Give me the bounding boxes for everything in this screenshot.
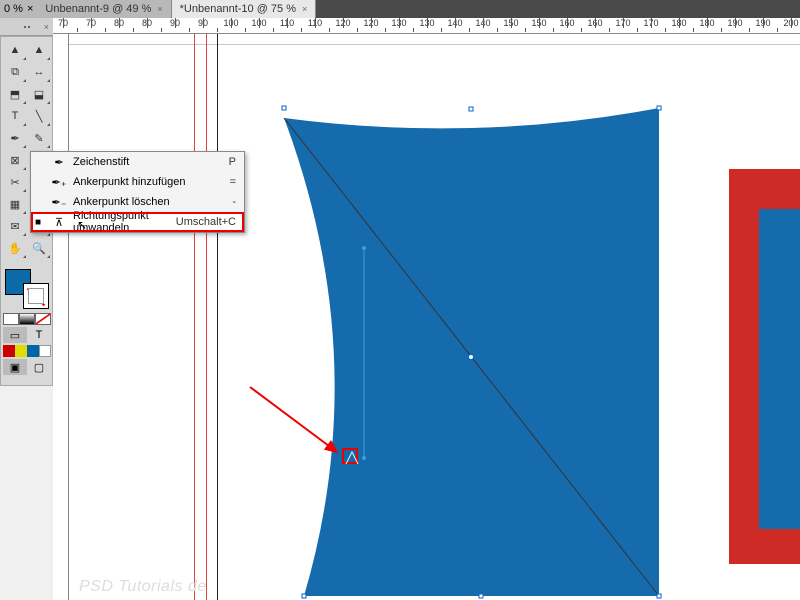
tab-label: *Unbenannt-10 @ 75 %	[180, 3, 296, 15]
tool-icon: ✒	[51, 156, 67, 169]
horizontal-ruler[interactable]: 7070808090901001001101101201201301301401…	[53, 18, 800, 34]
page-edge	[217, 34, 218, 600]
apply-none-icon[interactable]	[35, 313, 51, 325]
bbox-handle[interactable]	[657, 594, 662, 599]
zoom-tool[interactable]: 🔍	[27, 237, 51, 259]
apply-gradient-icon[interactable]	[19, 313, 35, 325]
pen-tool[interactable]: ✒	[3, 127, 27, 149]
screen-mode-row[interactable]: ▣ ▢	[3, 359, 51, 375]
gap-tool-glyph: ↔	[34, 66, 45, 78]
content-placer-tool[interactable]: ⬓	[27, 83, 51, 105]
note-tool[interactable]: ✉	[3, 215, 27, 237]
selection-tool[interactable]: ▲	[3, 39, 27, 61]
flyout-label: Ankerpunkt löschen	[73, 196, 226, 208]
bbox-handle[interactable]	[302, 594, 307, 599]
flyout-label: Richtungspunkt umwandeln	[73, 210, 170, 234]
scissors-tool[interactable]: ✂	[3, 171, 27, 193]
flyout-shortcut: =	[230, 176, 240, 188]
rectangle-frame-tool[interactable]: ⊠	[3, 149, 27, 171]
content-collector-tool-glyph: ⬒	[10, 88, 20, 101]
bbox-handle[interactable]	[282, 106, 287, 111]
annotation-arrow	[245, 382, 355, 472]
gap-tool[interactable]: ↔	[27, 61, 51, 83]
toolbox-tab[interactable]: ×	[0, 18, 53, 36]
tab-label: Unbenannt-9 @ 49 %	[45, 3, 151, 15]
pencil-tool-glyph: ✎	[34, 132, 43, 145]
format-text-icon[interactable]: T	[27, 327, 51, 343]
flyout-label: Zeichenstift	[73, 156, 223, 168]
type-tool-glyph: T	[12, 110, 19, 122]
hand-tool[interactable]: ✋	[3, 237, 27, 259]
watermark: PSD Tutorials de	[79, 578, 207, 596]
document-tabs: 0 %× Unbenannt-9 @ 49 % × *Unbenannt-10 …	[0, 0, 800, 18]
page-tool[interactable]: ⧉	[3, 61, 27, 83]
checkmark-icon: ■	[35, 217, 45, 228]
close-icon[interactable]: ×	[27, 3, 33, 15]
vertical-guide[interactable]	[206, 34, 207, 600]
fill-stroke-swatch[interactable]	[3, 269, 51, 309]
flyout-shortcut: Umschalt+C	[176, 216, 240, 228]
container-text-toggle[interactable]: ▭ T	[3, 327, 51, 343]
pencil-tool[interactable]: ✎	[27, 127, 51, 149]
horizontal-guide[interactable]	[69, 44, 800, 45]
tool-icon: ✒₊	[51, 176, 67, 189]
flyout-item-1[interactable]: ✒₊ Ankerpunkt hinzufügen =	[31, 172, 244, 192]
zoom-tool-glyph: 🔍	[32, 242, 46, 255]
bbox-handle[interactable]	[657, 106, 662, 111]
gradient-swatch-tool-glyph: ▦	[10, 198, 20, 211]
bbox-handle[interactable]	[479, 594, 484, 599]
direct-selection-tool-glyph: ▲	[34, 44, 45, 56]
flyout-item-2[interactable]: ✒₋ Ankerpunkt löschen-	[31, 192, 244, 212]
quick-colors[interactable]	[3, 345, 51, 357]
selection-tool-glyph: ▲	[10, 44, 21, 56]
curved-shape[interactable]	[264, 98, 684, 600]
secondary-shape-inner	[759, 209, 800, 529]
note-tool-glyph: ✉	[10, 220, 19, 233]
collapse-icon[interactable]: ×	[44, 22, 49, 32]
secondary-shape[interactable]	[729, 169, 800, 564]
tool-icon: ⊼	[51, 216, 67, 229]
flyout-shortcut: P	[229, 156, 240, 168]
tab-unbenannt-9[interactable]: Unbenannt-9 @ 49 % ×	[37, 0, 171, 18]
canvas[interactable]: PSD Tutorials de	[69, 34, 800, 600]
tab-unbenannt-10[interactable]: *Unbenannt-10 @ 75 % ×	[172, 0, 317, 18]
line-tool-glyph: ╲	[36, 110, 43, 123]
close-icon[interactable]: ×	[157, 4, 162, 14]
apply-color-icon[interactable]	[3, 313, 19, 325]
preview-mode-icon[interactable]: ▢	[27, 359, 51, 375]
pen-tool-flyout: ✒ Zeichenstift P ✒₊ Ankerpunkt hinzufügen = ✒₋…	[30, 151, 245, 233]
tool-icon: ✒₋	[51, 196, 67, 209]
gradient-swatch-tool[interactable]: ▦	[3, 193, 27, 215]
format-container-icon[interactable]: ▭	[3, 327, 27, 343]
flyout-item-3[interactable]: ■ ⊼ Richtungspunkt umwandeln Umschalt+C	[31, 212, 244, 232]
type-tool[interactable]: T	[3, 105, 27, 127]
vertical-guide[interactable]	[194, 34, 195, 600]
direct-selection-tool[interactable]: ▲	[27, 39, 51, 61]
content-collector-tool[interactable]: ⬒	[3, 83, 27, 105]
bbox-handle[interactable]	[469, 107, 474, 112]
line-tool[interactable]: ╲	[27, 105, 51, 127]
flyout-shortcut: -	[232, 196, 240, 208]
apply-mode-row[interactable]	[3, 313, 51, 325]
flyout-label: Ankerpunkt hinzufügen	[73, 176, 224, 188]
pen-tool-glyph: ✒	[10, 132, 19, 145]
rectangle-frame-tool-glyph: ⊠	[10, 154, 19, 167]
flyout-item-0[interactable]: ✒ Zeichenstift P	[31, 152, 244, 172]
tab-truncated[interactable]: 0 %×	[0, 0, 37, 18]
close-icon[interactable]: ×	[302, 4, 307, 14]
content-placer-tool-glyph: ⬓	[34, 88, 44, 101]
scissors-tool-glyph: ✂	[10, 176, 19, 189]
page-tool-glyph: ⧉	[11, 66, 19, 79]
normal-mode-icon[interactable]: ▣	[3, 359, 27, 375]
vertical-ruler[interactable]	[53, 34, 69, 600]
stroke-swatch[interactable]	[23, 283, 49, 309]
hand-tool-glyph: ✋	[8, 242, 22, 255]
